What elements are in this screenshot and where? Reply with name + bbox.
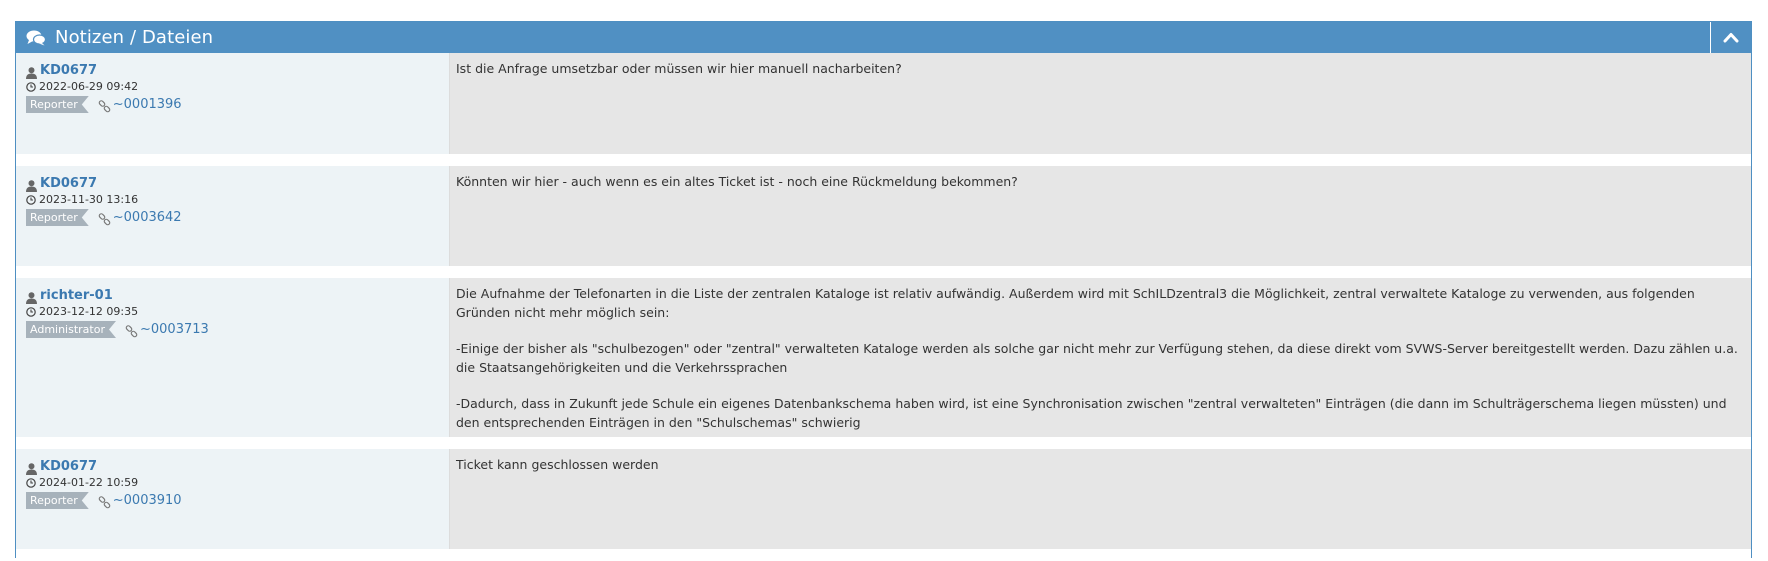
clock-icon [26, 306, 36, 317]
note-item: richter-01 2023-12-12 09:35 Administrato… [16, 278, 1751, 437]
role-badge: Reporter [26, 209, 89, 226]
note-meta: KD0677 2023-11-30 13:16 Reporter ~000364… [16, 166, 450, 266]
author-link[interactable]: richter-01 [40, 288, 113, 303]
link-icon [98, 494, 111, 509]
link-icon [125, 323, 138, 338]
role-badge: Administrator [26, 321, 116, 338]
role-badge: Reporter [26, 96, 89, 113]
user-icon [26, 64, 37, 79]
note-item: KD0677 2022-06-29 09:42 Reporter ~000139… [16, 53, 1751, 154]
note-paragraph: Ist die Anfrage umsetzbar oder müssen wi… [456, 61, 902, 76]
note-date: 2022-06-29 09:42 [39, 80, 139, 93]
note-text: Ticket kann geschlossen werden [450, 449, 1751, 549]
note-date: 2023-12-12 09:35 [39, 305, 139, 318]
collapse-button[interactable] [1710, 22, 1751, 53]
note-permalink[interactable]: ~0003910 [113, 493, 182, 508]
note-permalink[interactable]: ~0003713 [140, 322, 209, 337]
note-paragraph: Die Aufnahme der Telefonarten in die Lis… [456, 286, 1695, 320]
note-text: Die Aufnahme der Telefonarten in die Lis… [450, 278, 1751, 437]
user-icon [26, 289, 37, 304]
note-meta: KD0677 2024-01-22 10:59 Reporter ~000391… [16, 449, 450, 549]
clock-icon [26, 194, 36, 205]
author-link[interactable]: KD0677 [40, 176, 97, 191]
notes-list: KD0677 2022-06-29 09:42 Reporter ~000139… [16, 53, 1751, 561]
chevron-up-icon [1723, 28, 1739, 47]
link-icon [98, 98, 111, 113]
note-paragraph: Ticket kann geschlossen werden [456, 457, 659, 472]
author-link[interactable]: KD0677 [40, 459, 97, 474]
note-permalink[interactable]: ~0003642 [113, 210, 182, 225]
note-date: 2023-11-30 13:16 [39, 193, 139, 206]
note-separator [16, 266, 1751, 278]
user-icon [26, 177, 37, 192]
note-meta: KD0677 2022-06-29 09:42 Reporter ~000139… [16, 53, 450, 154]
note-text: Ist die Anfrage umsetzbar oder müssen wi… [450, 53, 1751, 154]
link-icon [98, 211, 111, 226]
note-item: KD0677 2023-11-30 13:16 Reporter ~000364… [16, 166, 1751, 266]
user-icon [26, 460, 37, 475]
note-separator [16, 549, 1751, 561]
note-date: 2024-01-22 10:59 [39, 476, 139, 489]
notes-widget: Notizen / Dateien KD0677 2022-06-29 09:4… [15, 21, 1752, 561]
note-text: Könnten wir hier - auch wenn es ein alte… [450, 166, 1751, 266]
note-paragraph: -Einige der bisher als "schulbezogen" od… [456, 341, 1738, 375]
note-meta: richter-01 2023-12-12 09:35 Administrato… [16, 278, 450, 437]
clock-icon [26, 81, 36, 92]
note-separator [16, 437, 1751, 449]
clock-icon [26, 477, 36, 488]
note-separator [16, 154, 1751, 166]
widget-header: Notizen / Dateien [16, 22, 1751, 53]
note-paragraph: -Dadurch, dass in Zukunft jede Schule ei… [456, 396, 1727, 430]
author-link[interactable]: KD0677 [40, 63, 97, 78]
role-badge: Reporter [26, 492, 89, 509]
note-permalink[interactable]: ~0001396 [113, 97, 182, 112]
widget-title: Notizen / Dateien [55, 27, 214, 48]
note-paragraph: Könnten wir hier - auch wenn es ein alte… [456, 174, 1018, 189]
note-item: KD0677 2024-01-22 10:59 Reporter ~000391… [16, 449, 1751, 549]
comments-icon [26, 30, 47, 46]
